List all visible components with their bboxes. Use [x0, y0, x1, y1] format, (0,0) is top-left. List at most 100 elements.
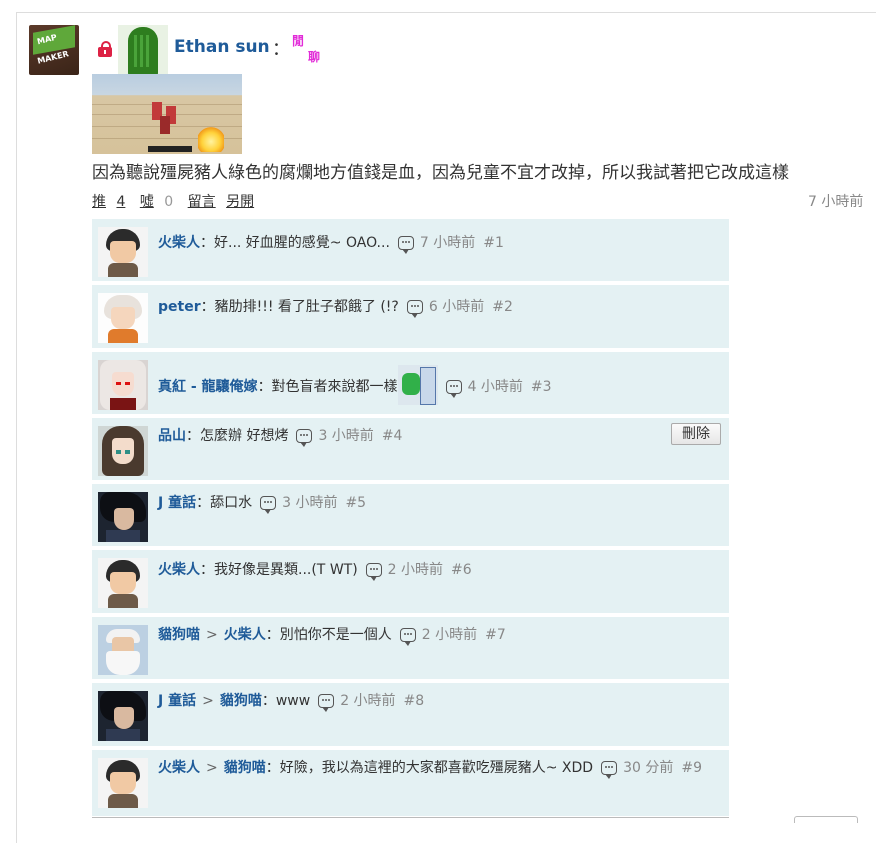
comment-time: 2 小時前	[421, 627, 478, 643]
post-author-link[interactable]: Ethan sun	[174, 37, 270, 57]
comment-time: 6 小時前	[428, 299, 485, 315]
comment-avatar[interactable]	[98, 360, 148, 410]
reply-bubble-icon[interactable]	[399, 628, 416, 646]
comment-time: 7 小時前	[419, 235, 476, 251]
comment-number: #3	[530, 379, 552, 395]
comment-reply-to[interactable]: 貓狗喵	[220, 693, 262, 709]
comment-item: 火柴人：好... 好血腥的感覺~ OAO... 7 小時前 #1	[92, 219, 729, 285]
comment-item: 貓狗喵 > 火柴人：別怕你不是一個人 2 小時前 #7	[92, 617, 729, 683]
push-link[interactable]: 推	[92, 194, 106, 210]
comment-body: peter：豬肋排!!! 看了肚子都餓了 (!? 6 小時前 #2	[158, 294, 719, 321]
comment-text: ：我好像是異類...(T WT)	[200, 562, 358, 578]
comment-avatar[interactable]	[98, 625, 148, 675]
comment-time: 4 小時前	[467, 379, 523, 395]
comment-avatar[interactable]	[98, 492, 148, 542]
reply-arrow: >	[202, 693, 214, 709]
comment-text: ：豬肋排!!! 看了肚子都餓了 (!?	[200, 299, 399, 315]
comment-body: 貓狗喵 > 火柴人：別怕你不是一個人 2 小時前 #7	[158, 622, 719, 649]
reply-bubble-icon[interactable]	[318, 694, 335, 712]
comment-body: J 童話 > 貓狗喵：www 2 小時前 #8	[158, 688, 719, 715]
comment-time: 2 小時前	[387, 562, 444, 578]
comment-text: ：好... 好血腥的感覺~ OAO...	[200, 235, 390, 251]
mood-char-2: 聊	[308, 50, 321, 64]
comment-text: ：怎麼辦 好想烤	[186, 428, 289, 444]
comment-input-edge[interactable]	[92, 817, 729, 822]
comment-reply-to[interactable]: 貓狗喵	[224, 760, 266, 776]
mood-icon: 閒 聊	[292, 32, 326, 66]
comment-avatar[interactable]	[98, 426, 148, 476]
reply-bubble-icon[interactable]	[397, 236, 414, 254]
author-avatar-cactus[interactable]	[118, 25, 168, 75]
comment-time: 3 小時前	[318, 428, 374, 444]
post-time: 7 小時前	[808, 194, 864, 210]
mood-char-1: 閒	[292, 34, 305, 48]
sticker-image	[397, 365, 438, 405]
comment-item: J 童話 > 貓狗喵：www 2 小時前 #8	[92, 683, 729, 750]
author-colon: ：	[272, 39, 290, 60]
comment-avatar[interactable]	[98, 758, 148, 808]
comment-number: #7	[485, 627, 506, 643]
comment-item: 火柴人 > 貓狗喵：好險，我以為這裡的大家都喜歡吃殭屍豬人~ XDD 30 分前 #9	[92, 750, 729, 816]
comment-user[interactable]: 真紅 - 龍驤俺嫁	[158, 379, 258, 395]
comment-number: #2	[492, 299, 513, 315]
comment-time: 3 小時前	[282, 495, 338, 511]
comment-item: 火柴人：我好像是異類...(T WT) 2 小時前 #6	[92, 550, 729, 617]
comment-avatar[interactable]	[98, 691, 148, 741]
comment-item: peter：豬肋排!!! 看了肚子都餓了 (!? 6 小時前 #2	[92, 285, 729, 352]
comment-number: #4	[381, 428, 403, 444]
comment-user[interactable]: peter	[158, 299, 201, 315]
comment-text: ：www	[261, 693, 311, 709]
comment-user[interactable]: 火柴人	[158, 562, 200, 578]
boo-count: 0	[164, 194, 174, 210]
comment-text: ：對色盲者來說都一樣	[257, 379, 398, 395]
comment-body: 品山：怎麼辦 好想烤 3 小時前 #4	[158, 423, 719, 450]
reply-arrow: >	[206, 627, 218, 643]
reply-bubble-icon[interactable]	[296, 429, 313, 447]
comment-user[interactable]: 火柴人	[158, 760, 200, 776]
comment-item: 真紅 - 龍驤俺嫁：對色盲者來說都一樣 4 小時前 #3	[92, 352, 729, 418]
comment-avatar[interactable]	[98, 293, 148, 343]
comment-text: ：別怕你不是一個人	[265, 627, 392, 643]
comment-body: 火柴人：好... 好血腥的感覺~ OAO... 7 小時前 #1	[158, 230, 719, 257]
submit-button-edge[interactable]	[794, 816, 858, 823]
comment-number: #9	[681, 760, 702, 776]
comment-body: 火柴人 > 貓狗喵：好險，我以為這裡的大家都喜歡吃殭屍豬人~ XDD 30 分前 #9	[154, 755, 707, 782]
comment-number: #5	[345, 495, 367, 511]
push-count[interactable]: 4	[116, 194, 125, 210]
comment-reply-to[interactable]: 火柴人	[224, 627, 266, 643]
post-actions: 推 4 噓 0 留言 另開	[92, 191, 260, 211]
open-link[interactable]: 另開	[226, 194, 254, 210]
comment-number: #8	[403, 693, 425, 709]
comment-body: 真紅 - 龍驤俺嫁：對色盲者來說都一樣 4 小時前 #3	[158, 365, 719, 405]
comment-text: ：好險，我以為這裡的大家都喜歡吃殭屍豬人~ XDD	[265, 760, 594, 776]
boo-link[interactable]: 噓	[140, 194, 154, 210]
comment-list: 火柴人：好... 好血腥的感覺~ OAO... 7 小時前 #1 peter：豬肋排…	[92, 219, 729, 816]
comment-user[interactable]: 貓狗喵	[158, 627, 200, 643]
comment-user[interactable]: 品山	[158, 428, 186, 444]
lock-icon	[98, 41, 112, 57]
post-avatar[interactable]: MAP MAKER	[29, 25, 79, 75]
comment-number: #6	[451, 562, 472, 578]
comment-item: J 童話：舔口水 3 小時前 #5	[92, 484, 729, 550]
reply-bubble-icon[interactable]	[601, 761, 618, 779]
comment-time: 2 小時前	[340, 693, 396, 709]
comment-number: #1	[483, 235, 504, 251]
comment-text: ：舔口水	[196, 495, 253, 511]
reply-bubble-icon[interactable]	[445, 380, 462, 398]
comment-user[interactable]: 火柴人	[158, 235, 200, 251]
comment-avatar[interactable]	[98, 558, 148, 608]
reply-arrow: >	[206, 760, 218, 776]
comment-item: 品山：怎麼辦 好想烤 3 小時前 #4 刪除	[92, 418, 729, 484]
comment-user[interactable]: J 童話	[158, 693, 196, 709]
delete-button[interactable]: 刪除	[671, 423, 721, 445]
post-image[interactable]	[92, 74, 242, 154]
comment-user[interactable]: J 童話	[158, 495, 196, 511]
comment-link[interactable]: 留言	[188, 194, 216, 210]
comment-body: 火柴人：我好像是異類...(T WT) 2 小時前 #6	[158, 557, 719, 584]
reply-bubble-icon[interactable]	[406, 300, 423, 318]
comment-avatar[interactable]	[98, 227, 148, 277]
reply-bubble-icon[interactable]	[365, 563, 382, 581]
reply-bubble-icon[interactable]	[260, 496, 277, 514]
comment-time: 30 分前	[623, 760, 674, 776]
post-text: 因為聽說殭屍豬人綠色的腐爛地方值錢是血，因為兒童不宜才改掉，所以我試著把它改成這…	[92, 163, 789, 183]
